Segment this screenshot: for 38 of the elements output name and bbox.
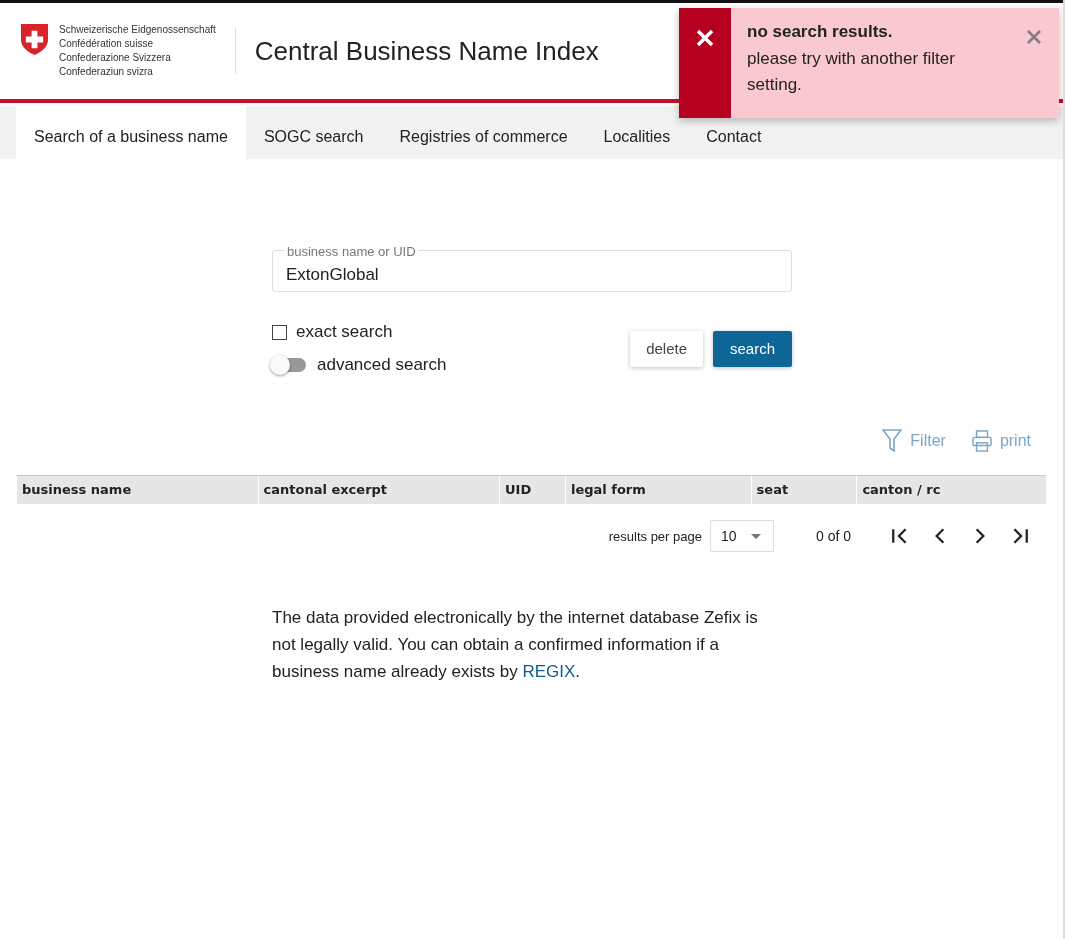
toast-message: please try with another filter setting. xyxy=(747,48,956,96)
regix-link[interactable]: REGIX xyxy=(522,662,576,681)
site-title: Central Business Name Index xyxy=(254,35,599,67)
nav-tab[interactable]: Localities xyxy=(585,106,689,159)
checkbox-label: exact search xyxy=(296,322,393,342)
funnel-icon xyxy=(882,429,903,453)
nav-tab[interactable]: Registries of commerce xyxy=(381,106,586,159)
printer-icon xyxy=(971,429,992,453)
swiss-shield-logo xyxy=(20,23,49,56)
nav-tab[interactable]: Search of a business name xyxy=(16,106,246,159)
close-icon[interactable] xyxy=(1027,30,1041,44)
field-label: business name or UID xyxy=(285,244,418,259)
disclaimer-text: The data provided electronically by the internet database Zefix is not legally valid. You can obtain a confirmed information if a business name already exists by REGIX. xyxy=(272,607,759,683)
last-page-icon[interactable] xyxy=(1011,527,1029,545)
confederation-name: Confederaziun svizra xyxy=(59,65,154,79)
first-page-icon[interactable] xyxy=(891,527,909,545)
column-header[interactable]: cantonal excerpt xyxy=(257,476,500,504)
confederation-name: Confédération suisse xyxy=(59,37,154,51)
results-per-page-label: results per page xyxy=(608,528,702,544)
nav-tab[interactable]: SOGC search xyxy=(245,106,382,159)
search-button[interactable]: search xyxy=(713,330,792,367)
page-range: 0 of 0 xyxy=(815,528,851,544)
toggle-switch[interactable] xyxy=(272,358,306,372)
toggle-label: advanced search xyxy=(317,355,447,375)
column-header[interactable]: canton / rc xyxy=(856,476,1046,504)
checkbox[interactable] xyxy=(272,324,287,340)
delete-button[interactable]: delete xyxy=(630,330,703,367)
column-header[interactable]: business name xyxy=(16,476,258,504)
confederation-name: Confederazione Svizzera xyxy=(59,51,172,65)
error-icon xyxy=(695,28,715,48)
confederation-name: Schweizerische Eidgenossenschaft xyxy=(59,23,216,37)
toast-title: no search results. xyxy=(747,22,894,42)
column-header[interactable]: UID xyxy=(499,476,565,504)
per-page-select[interactable]: 10 xyxy=(709,520,774,552)
caret-icon xyxy=(750,533,761,539)
nav-tab[interactable]: Contact xyxy=(688,106,780,159)
column-header[interactable]: seat xyxy=(750,476,857,504)
column-header[interactable]: legal form xyxy=(564,476,751,504)
